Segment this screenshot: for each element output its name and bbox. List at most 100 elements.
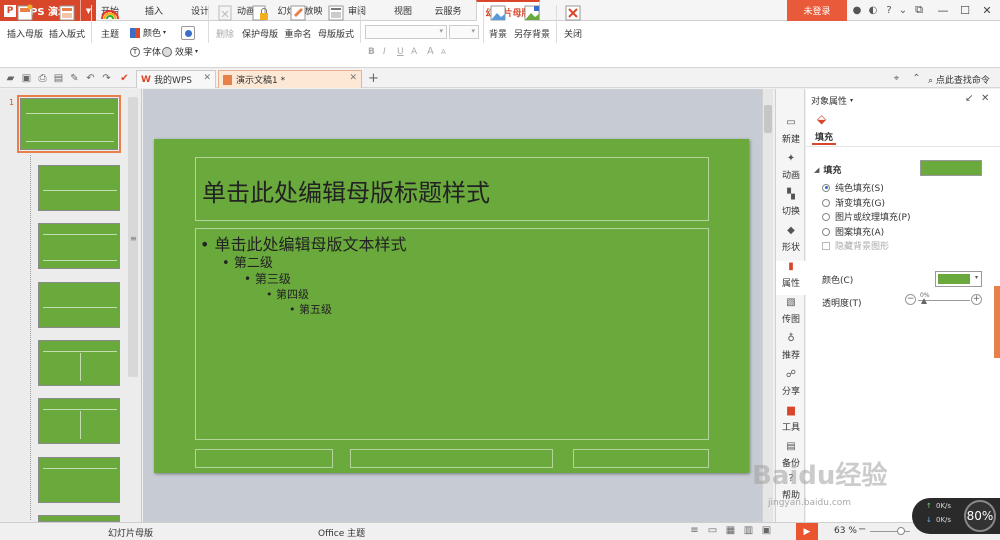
play-slideshow-button[interactable]: ▶ xyxy=(796,523,818,540)
notes-icon[interactable]: ≡ xyxy=(688,524,701,537)
layout-thumbnail[interactable] xyxy=(38,223,120,269)
layout-thumbnail[interactable] xyxy=(38,398,120,444)
close-panel-icon[interactable]: ✕ xyxy=(981,93,989,104)
print-icon[interactable]: ⎙ xyxy=(36,72,49,85)
close-tab-icon[interactable]: ✕ xyxy=(203,73,211,83)
sidetab-properties[interactable]: ▮ 属性 xyxy=(776,261,806,295)
expand-icon[interactable]: ⌃ xyxy=(910,72,923,85)
delete-button[interactable]: 删除 xyxy=(212,3,238,40)
font-size-up-button[interactable]: A xyxy=(427,44,434,59)
close-window-icon[interactable]: ✕ xyxy=(976,0,998,20)
properties-header[interactable]: 对象属性 ▾ xyxy=(811,94,853,107)
save-background-button[interactable]: 另存背景 xyxy=(514,3,550,40)
help-icon[interactable]: ? xyxy=(882,3,896,17)
solid-fill-radio[interactable]: 纯色填充(S) xyxy=(822,181,884,194)
footer-placeholder[interactable] xyxy=(350,449,553,468)
wps-home-icon[interactable]: ✔ xyxy=(118,72,131,85)
pattern-fill-radio[interactable]: 图案填充(A) xyxy=(822,225,884,238)
insert-master-button[interactable]: 插入母版 xyxy=(6,3,44,40)
close-tab-icon[interactable]: ✕ xyxy=(349,73,357,83)
title-placeholder[interactable]: 单击此处编辑母版标题样式 xyxy=(195,157,709,221)
reading-view-icon[interactable]: ▥ xyxy=(742,524,755,537)
italic-button[interactable]: I xyxy=(383,44,386,59)
close-master-button[interactable]: 关闭 xyxy=(562,3,584,40)
tab-design[interactable]: 设计 xyxy=(186,0,214,21)
protect-master-button[interactable]: 保护母版 xyxy=(242,3,278,40)
save-icon[interactable]: ▣ xyxy=(20,72,33,85)
tab-my-wps[interactable]: W 我的WPS ✕ xyxy=(136,70,216,88)
maximize-icon[interactable]: ☐ xyxy=(954,0,976,20)
restore-window-icon[interactable]: ⧉ xyxy=(908,0,930,20)
color-menu[interactable]: 颜色 ▾ xyxy=(130,25,166,40)
zoom-level[interactable]: 63 % xyxy=(834,526,857,536)
sorter-view-icon[interactable]: ▦ xyxy=(724,524,737,537)
sidetab-tools[interactable]: ▆ 工具 xyxy=(776,405,806,439)
background-button[interactable]: 背景 xyxy=(487,3,509,40)
normal-view-icon[interactable]: ▭ xyxy=(706,524,719,537)
share-icon[interactable]: ◐ xyxy=(866,3,880,17)
sidetab-transition[interactable]: ▚ 切换 xyxy=(776,189,806,223)
separator xyxy=(208,5,209,43)
tab-presentation-1[interactable]: 演示文稿1 * ✕ xyxy=(218,70,362,88)
sidetab-upload-image[interactable]: ▧ 传图 xyxy=(776,297,806,331)
tab-view[interactable]: 视图 xyxy=(389,0,417,21)
layout-thumbnail[interactable] xyxy=(38,515,120,522)
redo-icon[interactable]: ↷ xyxy=(100,72,113,85)
layout-thumbnail[interactable] xyxy=(38,282,120,328)
gradient-fill-radio[interactable]: 渐变填充(G) xyxy=(822,196,885,209)
fill-tab[interactable]: 填充 xyxy=(815,130,833,143)
pin-icon[interactable]: ⌖ xyxy=(890,72,903,85)
sidetab-new[interactable]: ▭ 新建 xyxy=(776,117,806,151)
tab-insert[interactable]: 插入 xyxy=(140,0,168,21)
transparency-decrease-icon[interactable]: − xyxy=(905,294,916,305)
transparency-increase-icon[interactable]: + xyxy=(971,294,982,305)
body-placeholder[interactable]: • 单击此处编辑母版文本样式 • 第二级 • 第三级 • 第四级 • 第五级 xyxy=(195,228,709,440)
zoom-out-icon[interactable]: − xyxy=(858,524,866,535)
undo-icon[interactable]: ↶ xyxy=(84,72,97,85)
format-painter-icon[interactable]: ✎ xyxy=(68,72,81,85)
skin-icon[interactable]: ● xyxy=(850,3,864,17)
fill-section-header[interactable]: ◢ 填充 xyxy=(814,163,841,177)
login-button[interactable]: 未登录 xyxy=(787,0,847,21)
layout-thumbnail[interactable] xyxy=(38,340,120,386)
effect-menu[interactable]: 效果 ▾ xyxy=(162,44,198,59)
shadow-button[interactable]: A xyxy=(411,44,417,59)
font-menu[interactable]: T 字体▾ xyxy=(130,44,166,59)
zoom-slider-thumb[interactable] xyxy=(897,527,905,535)
layout-thumbnail[interactable] xyxy=(38,457,120,503)
font-size-down-button[interactable]: A xyxy=(441,44,446,59)
properties-icon: ▮ xyxy=(788,261,794,272)
minimize-icon[interactable]: — xyxy=(932,0,954,20)
network-speed-widget[interactable]: ↑ 0K/s ↓ 0K/s 80% xyxy=(912,498,1000,534)
fill-color-picker[interactable]: ▾ xyxy=(935,271,982,287)
sidetab-animation[interactable]: ✦ 动画 xyxy=(776,153,806,187)
dock-panel-icon[interactable]: ↙ xyxy=(965,93,973,104)
panel-collapse-handle[interactable] xyxy=(994,286,1000,358)
layout-thumbnail[interactable] xyxy=(38,165,120,211)
new-tab-icon[interactable]: + xyxy=(367,71,380,86)
picture-fill-radio[interactable]: 图片或纹理填充(P) xyxy=(822,210,910,223)
command-search[interactable]: ⌕ 点此查找命令 xyxy=(928,73,990,86)
hide-background-checkbox[interactable]: 隐藏背景图形 xyxy=(822,239,889,252)
sidetab-share[interactable]: ☍ 分享 xyxy=(776,369,806,403)
panel-resize-handle[interactable]: ≡ xyxy=(130,234,137,243)
font-size-select[interactable]: ▾ xyxy=(449,25,479,39)
rename-button[interactable]: 重命名 xyxy=(283,3,313,40)
slide-number-placeholder[interactable] xyxy=(573,449,709,468)
date-placeholder[interactable] xyxy=(195,449,333,468)
underline-button[interactable]: U xyxy=(397,44,404,59)
theme-button[interactable]: 主题 xyxy=(96,3,124,40)
background-style-icon[interactable] xyxy=(181,26,195,40)
bold-button[interactable]: B xyxy=(368,44,375,59)
open-icon[interactable]: ▰ xyxy=(4,72,17,85)
fit-icon[interactable]: ▣ xyxy=(760,524,773,537)
master-thumbnail-selected[interactable] xyxy=(17,95,121,153)
insert-layout-button[interactable]: 插入版式 xyxy=(48,3,86,40)
sidetab-shape[interactable]: ◆ 形状 xyxy=(776,225,806,259)
print-preview-icon[interactable]: ▤ xyxy=(52,72,65,85)
sidetab-recommend[interactable]: ♁ 推荐 xyxy=(776,333,806,367)
slide-master-canvas[interactable]: 单击此处编辑母版标题样式 • 单击此处编辑母版文本样式 • 第二级 • 第三级 … xyxy=(154,139,749,473)
font-name-select[interactable]: ▾ xyxy=(365,25,447,39)
tab-cloud[interactable]: 云服务 xyxy=(430,0,466,21)
master-layout-button[interactable]: 母版版式 xyxy=(318,3,354,40)
